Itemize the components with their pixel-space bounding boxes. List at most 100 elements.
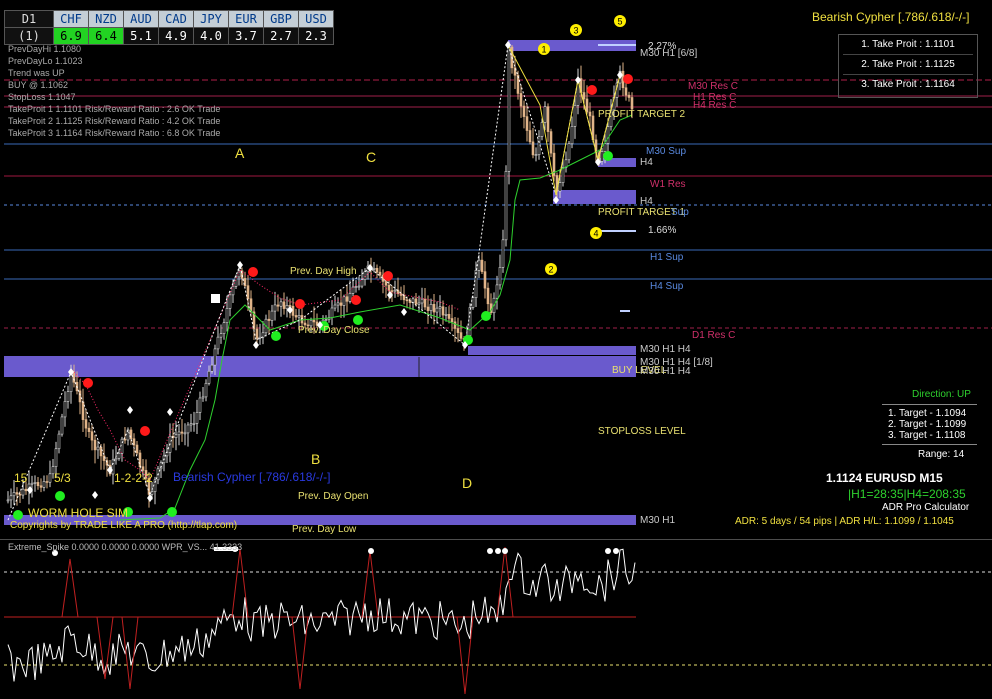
candle-body [36, 482, 40, 487]
candle-body [480, 259, 484, 272]
candle-body [294, 315, 298, 318]
info-line: StopLoss 1.1047 [8, 92, 76, 102]
candle-body [117, 453, 121, 459]
candle-body [234, 276, 238, 287]
candle-body [627, 94, 631, 98]
point-c: C [366, 149, 377, 165]
candle-body [354, 286, 358, 288]
indicator-dot [495, 548, 501, 554]
candle-body [270, 310, 274, 321]
currency-header: JPY [193, 10, 229, 28]
take-profit-2: 2. Take Proit : 1.1125 [843, 55, 973, 75]
zone-m30h1h4 [468, 346, 636, 355]
candle-body [297, 315, 301, 318]
candle-body [210, 364, 214, 372]
level-label: D1 Res C [692, 330, 736, 341]
count-53: 5/3 [54, 471, 71, 485]
point-a: A [235, 145, 245, 161]
candle-body [606, 126, 610, 144]
indicator-dot [613, 548, 619, 554]
info-line: Trend was UP [8, 68, 65, 78]
indicator-dot [368, 548, 374, 554]
currency-value: 3.7 [228, 27, 264, 45]
candle-body [99, 446, 103, 457]
prev-day-open: Prev. Day Open [298, 491, 369, 502]
take-profit-box: 1. Take Proit : 1.1101 2. Take Proit : 1… [838, 34, 978, 98]
level-label: PROFIT TARGET 2 [598, 109, 686, 120]
wave-number: 2 [548, 265, 553, 275]
candle-body [84, 419, 88, 429]
pattern-title: Bearish Cypher [.786/.618/-/-] [812, 10, 970, 24]
candle-body [345, 296, 349, 302]
candle-body [378, 271, 382, 276]
candle-body [450, 318, 454, 323]
level-label: STOPLOSS LEVEL [598, 426, 686, 437]
row-label: (1) [4, 27, 54, 45]
candle-body [375, 267, 379, 273]
candle-body [30, 482, 34, 485]
candle-body [534, 154, 538, 156]
currency-header: CAD [158, 10, 194, 28]
candle-body [582, 92, 586, 100]
candle-body [48, 473, 52, 483]
currency-header: USD [298, 10, 334, 28]
candle-body [600, 151, 604, 162]
candle-body [60, 416, 64, 435]
candle-body [351, 286, 355, 294]
candle-body [549, 131, 553, 154]
candle-body [624, 87, 628, 96]
white-marker [211, 294, 220, 303]
candle-body [180, 431, 184, 434]
zone-buy [4, 356, 636, 377]
candle-body [438, 306, 442, 309]
adr-hours: |H1=28:35|H4=208:35 [848, 487, 966, 501]
candle-body [588, 111, 592, 117]
count-1222: 1-2-2-2 [114, 471, 153, 485]
info-line: BUY @ 1.1062 [8, 80, 69, 90]
candle-body [255, 328, 259, 339]
candle-body [282, 301, 286, 309]
currency-header: CHF [53, 10, 89, 28]
direction-box: Direction: UP 1. Target - 1.1094 2. Targ… [882, 386, 977, 464]
candle-body [273, 304, 277, 312]
candle-body [507, 46, 511, 172]
candle-body [39, 485, 43, 488]
candle-body [150, 491, 154, 495]
candle-body [183, 432, 187, 435]
candle-body [12, 492, 16, 497]
direction-text: Direction: UP [912, 389, 971, 400]
candle-body [525, 116, 529, 131]
candle-body [540, 122, 544, 137]
prev-day-high: Prev. Day High [290, 266, 357, 277]
candle-body [57, 433, 61, 450]
candle-body [279, 301, 283, 307]
candle-body [198, 397, 202, 413]
candle-body [33, 482, 37, 484]
candle-body [267, 318, 271, 321]
copyright-label: Copyrights by TRADE LIKE A PRO (http://t… [10, 520, 238, 531]
adr-calc-label: ADR Pro Calculator [882, 502, 970, 513]
chart-window[interactable]: 12345 D1 CHF NZD AUD CAD JPY EUR GBP USD… [0, 0, 992, 699]
candle-body [339, 302, 343, 306]
candle-body [216, 336, 220, 350]
spike-bars [61, 546, 514, 695]
candle-body [261, 332, 265, 338]
candle-body [567, 143, 571, 161]
candle-body [93, 439, 97, 451]
sell-signal-dot [351, 295, 361, 305]
candle-body [204, 382, 208, 398]
level-label: H4 Sup [650, 281, 684, 292]
candle-body [453, 321, 457, 329]
indicator-dot [605, 548, 611, 554]
indicator-dot [487, 548, 493, 554]
point-b: B [311, 451, 321, 467]
currency-strength-table: D1 CHF NZD AUD CAD JPY EUR GBP USD (1) 6… [4, 10, 334, 45]
buy-signal-dot [603, 151, 613, 161]
candle-body [432, 303, 436, 313]
currency-value: 4.9 [158, 27, 194, 45]
spike-bar [291, 616, 309, 690]
candle-body [348, 293, 352, 302]
level-label: W1 Res [650, 179, 686, 190]
indicator-panel[interactable] [0, 539, 992, 699]
candle-body [231, 286, 235, 296]
